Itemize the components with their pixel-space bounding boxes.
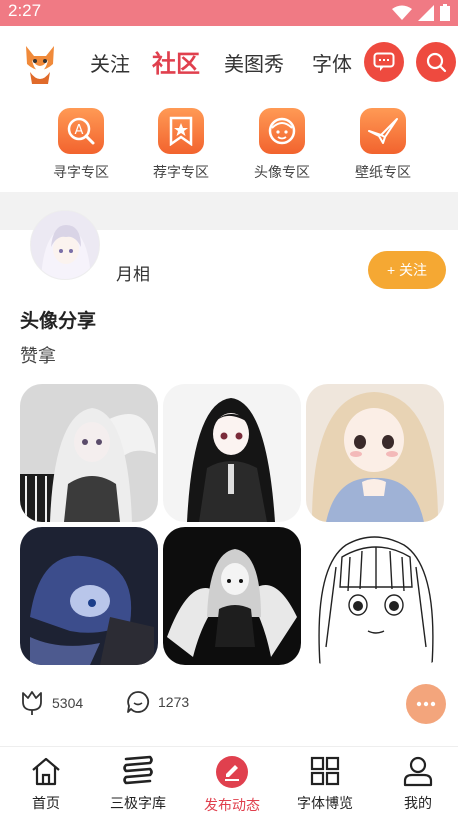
comment-button[interactable]: 1273: [126, 690, 189, 714]
tab-beauty[interactable]: 美图秀: [224, 48, 284, 77]
post-image[interactable]: [163, 384, 301, 522]
tulip-like-icon: [22, 691, 42, 715]
zone-label: 壁纸专区: [355, 164, 411, 180]
post-username[interactable]: 月相: [116, 260, 150, 285]
bottom-navigation: 首页 三极字库 发布动态 字体博览 我的: [0, 746, 458, 820]
nav-font-library[interactable]: 三极字库: [92, 755, 184, 813]
zone-label: 寻字专区: [53, 164, 109, 180]
message-button[interactable]: [364, 42, 404, 82]
follow-button[interactable]: + 关注: [368, 251, 446, 289]
post-image[interactable]: [163, 527, 301, 665]
message-icon: [373, 52, 395, 71]
comment-count: 1273: [158, 694, 190, 710]
search-icon: [426, 52, 447, 73]
zone-wallpaper[interactable]: 壁纸专区: [333, 108, 433, 182]
fox-logo-icon: [26, 46, 54, 84]
post-image[interactable]: [20, 527, 158, 665]
nav-profile[interactable]: 我的: [372, 755, 458, 813]
more-button[interactable]: [406, 684, 446, 724]
nav-font-expo[interactable]: 字体博览: [279, 755, 371, 813]
zone-recommend-font[interactable]: 荐字专区: [131, 108, 231, 182]
avatar-face-icon: [259, 108, 305, 154]
wifi-icon: [392, 5, 412, 20]
post-description: 赞拿: [20, 346, 56, 367]
home-icon: [32, 757, 60, 786]
top-header: 关注 社区 美图秀 字体: [0, 26, 458, 104]
tab-following[interactable]: 关注: [90, 48, 130, 77]
svg-text:A: A: [75, 123, 84, 138]
post-title: 头像分享: [20, 310, 97, 332]
post-card: 月相 + 关注 头像分享 赞拿 5304 1273: [0, 210, 458, 742]
zone-label: 头像专区: [254, 164, 310, 180]
publish-icon: [216, 756, 248, 788]
post-image[interactable]: [306, 384, 444, 522]
post-actions: 5304 1273: [0, 684, 458, 724]
post-image-grid: [20, 384, 444, 666]
nav-home[interactable]: 首页: [0, 755, 92, 813]
zone-row: A 寻字专区 荐字专区 头像专区 壁纸专区: [0, 104, 458, 192]
tab-community[interactable]: 社区: [152, 44, 200, 79]
zone-avatar[interactable]: 头像专区: [232, 108, 332, 182]
comment-icon: [127, 691, 150, 713]
signal-icon: [418, 4, 434, 21]
magnify-letter-icon: A: [58, 108, 104, 154]
grid-icon: [310, 756, 340, 786]
status-time: 2:27: [8, 1, 42, 20]
nav-label: 字体博览: [297, 795, 353, 811]
nav-label: 三极字库: [110, 795, 166, 811]
post-image[interactable]: [306, 527, 444, 665]
nav-label: 我的: [404, 795, 432, 811]
like-count: 5304: [52, 695, 84, 711]
paper-crane-icon: [360, 108, 406, 154]
font-library-icon: [123, 755, 153, 785]
bookmark-star-icon: [158, 108, 204, 154]
like-button[interactable]: 5304: [20, 690, 83, 716]
nav-publish[interactable]: 发布动态: [186, 755, 278, 815]
zone-find-font[interactable]: A 寻字专区: [31, 108, 131, 182]
search-button[interactable]: [416, 42, 456, 82]
avatar[interactable]: [30, 210, 100, 280]
nav-label: 首页: [32, 795, 60, 811]
zone-label: 荐字专区: [153, 164, 209, 180]
more-dots-icon: [416, 701, 436, 707]
status-bar: 2:27: [0, 0, 458, 26]
nav-label: 发布动态: [204, 797, 260, 813]
status-icons: [392, 4, 450, 21]
post-image[interactable]: [20, 384, 158, 522]
profile-icon: [403, 756, 433, 787]
battery-icon: [440, 4, 450, 21]
tab-fonts[interactable]: 字体: [312, 48, 352, 77]
